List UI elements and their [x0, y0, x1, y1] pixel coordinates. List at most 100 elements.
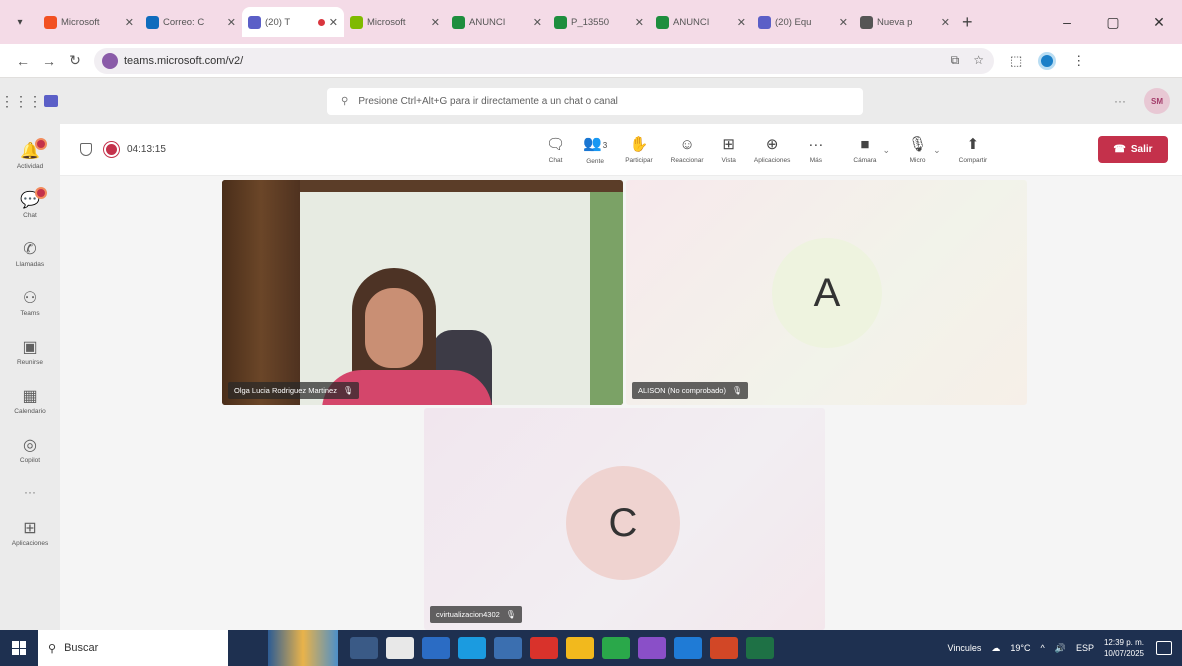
mail-icon[interactable]	[494, 637, 522, 659]
taskbar-search[interactable]: ⚲ Buscar	[38, 630, 228, 666]
word-icon[interactable]	[422, 637, 450, 659]
tool-más[interactable]: ··· Más	[808, 136, 823, 164]
task-view-icon[interactable]	[350, 637, 378, 659]
view-icon: ⊞	[722, 136, 735, 153]
new-tab-button[interactable]: +	[962, 12, 973, 33]
device-cámara[interactable]: ■ Cámara ⌄	[853, 136, 890, 164]
close-tab-icon[interactable]: ✕	[227, 16, 236, 29]
tab-favicon-icon	[860, 15, 873, 29]
participant-tile[interactable]: C cvirtualizacion4302 🎙	[424, 408, 825, 630]
whatsapp-icon[interactable]	[602, 637, 630, 659]
close-tab-icon[interactable]: ✕	[533, 16, 542, 29]
rail-item-apps[interactable]: ⊞ Aplicaciones	[0, 509, 60, 558]
chrome-icon[interactable]	[566, 637, 594, 659]
close-tab-icon[interactable]: ✕	[839, 16, 848, 29]
clock-date: 10/07/2025	[1103, 649, 1144, 658]
weather-icon[interactable]: ☁	[991, 643, 1000, 654]
rail-item-reunirse[interactable]: ▣ Reunirse	[0, 328, 60, 377]
search-icon: ⚲	[341, 96, 349, 107]
extensions-icon[interactable]: ⬚	[1010, 53, 1022, 69]
start-button[interactable]	[0, 641, 38, 655]
chevron-down-icon[interactable]: ⌄	[883, 145, 891, 156]
restore-icon[interactable]: ▢	[1090, 14, 1136, 31]
participant-tile[interactable]: A ALISON (No comprobado) 🎙	[626, 180, 1027, 405]
rail-item-calendario[interactable]: ▦ Calendario	[0, 377, 60, 426]
close-tab-icon[interactable]: ✕	[125, 16, 134, 29]
tool-reaccionar[interactable]: ☺ Reaccionar	[671, 136, 704, 164]
file-explorer-icon[interactable]	[386, 637, 414, 659]
meeting-info-shield-icon[interactable]	[80, 143, 92, 156]
tab-search-icon[interactable]: ▾	[8, 10, 32, 34]
participant-tile[interactable]: Olga Lucia Rodriguez Martinez 🎙	[222, 180, 623, 405]
browser-tab[interactable]: Microsoft ✕	[38, 7, 140, 37]
close-tab-icon[interactable]: ✕	[941, 16, 950, 29]
rail-item-actividad[interactable]: 🔔 Actividad	[0, 132, 60, 181]
url-input[interactable]: teams.microsoft.com/v2/ ⧉ ☆	[94, 47, 994, 74]
chevron-down-icon[interactable]: ⌄	[933, 145, 941, 156]
rail-item-copilot[interactable]: ◎ Copilot	[0, 426, 60, 475]
profile-icon[interactable]	[1038, 51, 1057, 70]
rail-item-llamadas[interactable]: ✆ Llamadas	[0, 230, 60, 279]
browser-tab[interactable]: Correo: C ✕	[140, 7, 242, 37]
notification-icon[interactable]	[1156, 641, 1172, 655]
powerpoint-icon[interactable]	[710, 637, 738, 659]
tool-chat[interactable]: 🗨 Chat	[546, 136, 565, 164]
reload-icon[interactable]: ↻	[62, 52, 88, 69]
rail-item-chat[interactable]: 💬 Chat	[0, 181, 60, 230]
cast-icon[interactable]: ⧉	[951, 53, 960, 68]
edge-icon[interactable]	[458, 637, 486, 659]
teams-app-icon[interactable]	[638, 637, 666, 659]
participant-name: cvirtualizacion4302	[436, 610, 500, 619]
close-tab-icon[interactable]: ✕	[431, 16, 440, 29]
avatar[interactable]: SM	[1144, 88, 1170, 114]
search-icon: ⚲	[48, 642, 57, 655]
tool-vista[interactable]: ⊞ Vista	[722, 136, 736, 164]
volume-icon[interactable]: 🔊	[1055, 643, 1066, 654]
close-tab-icon[interactable]: ✕	[329, 16, 338, 29]
clock[interactable]: 12:39 p. m. 10/07/2025	[1104, 637, 1144, 659]
acrobat-icon[interactable]	[530, 637, 558, 659]
tool-gente[interactable]: 👥3 Gente	[583, 135, 607, 165]
tab-favicon-icon	[350, 15, 363, 29]
app-launcher-icon[interactable]: ⋮⋮⋮	[0, 93, 42, 110]
browser-tab[interactable]: ANUNCI ✕	[650, 7, 752, 37]
weather-temp[interactable]: 19°C	[1010, 643, 1030, 653]
browser-tab[interactable]: P_13550 ✕	[548, 7, 650, 37]
store-icon[interactable]	[674, 637, 702, 659]
settings-more-icon[interactable]: ···	[1114, 94, 1126, 108]
browser-tab[interactable]: (20) Equ ✕	[752, 7, 854, 37]
bookmark-star-icon[interactable]: ☆	[973, 53, 984, 68]
tool-label: Chat	[548, 157, 563, 164]
rail-item-label: Actividad	[16, 163, 44, 170]
minimize-icon[interactable]: –	[1044, 14, 1090, 30]
rail-item-label: Aplicaciones	[11, 540, 49, 547]
tab-favicon-icon	[248, 15, 261, 29]
tab-title: P_13550	[571, 16, 610, 28]
rail-item-teams[interactable]: ⚇ Teams	[0, 279, 60, 328]
browser-tab[interactable]: Nueva p ✕	[854, 7, 956, 37]
search-input[interactable]: ⚲ Presione Ctrl+Alt+G para ir directamen…	[327, 88, 863, 115]
more-apps-icon[interactable]: ···	[24, 485, 36, 499]
leave-button[interactable]: ☎ Salir	[1098, 136, 1168, 163]
news-widget[interactable]: Vincules	[948, 643, 982, 653]
tool-participar[interactable]: ✋ Participar	[625, 136, 652, 164]
tool-aplicaciones[interactable]: ⊕ Aplicaciones	[754, 136, 791, 164]
tool-label: Gente	[586, 158, 604, 165]
excel-icon[interactable]	[746, 637, 774, 659]
browser-tab[interactable]: Microsoft ✕	[344, 7, 446, 37]
device-micro[interactable]: 🎙 Micro ⌄	[908, 136, 941, 164]
browser-menu-icon[interactable]: ⋮	[1072, 53, 1085, 69]
close-window-icon[interactable]: ✕	[1136, 14, 1182, 31]
browser-tab[interactable]: ANUNCI ✕	[446, 7, 548, 37]
device-compartir[interactable]: ⬆ Compartir	[959, 136, 988, 164]
forward-icon[interactable]: →	[36, 53, 62, 69]
close-tab-icon[interactable]: ✕	[737, 16, 746, 29]
back-icon[interactable]: ←	[10, 53, 36, 69]
tray-overflow-icon[interactable]: ^	[1040, 643, 1044, 653]
language-indicator[interactable]: ESP	[1076, 643, 1094, 653]
site-info-icon[interactable]	[102, 52, 118, 69]
browser-tab[interactable]: (20) T ✕	[242, 7, 344, 37]
camera-icon: ■	[860, 136, 870, 153]
tab-title: ANUNCI	[469, 16, 506, 28]
close-tab-icon[interactable]: ✕	[635, 16, 644, 29]
